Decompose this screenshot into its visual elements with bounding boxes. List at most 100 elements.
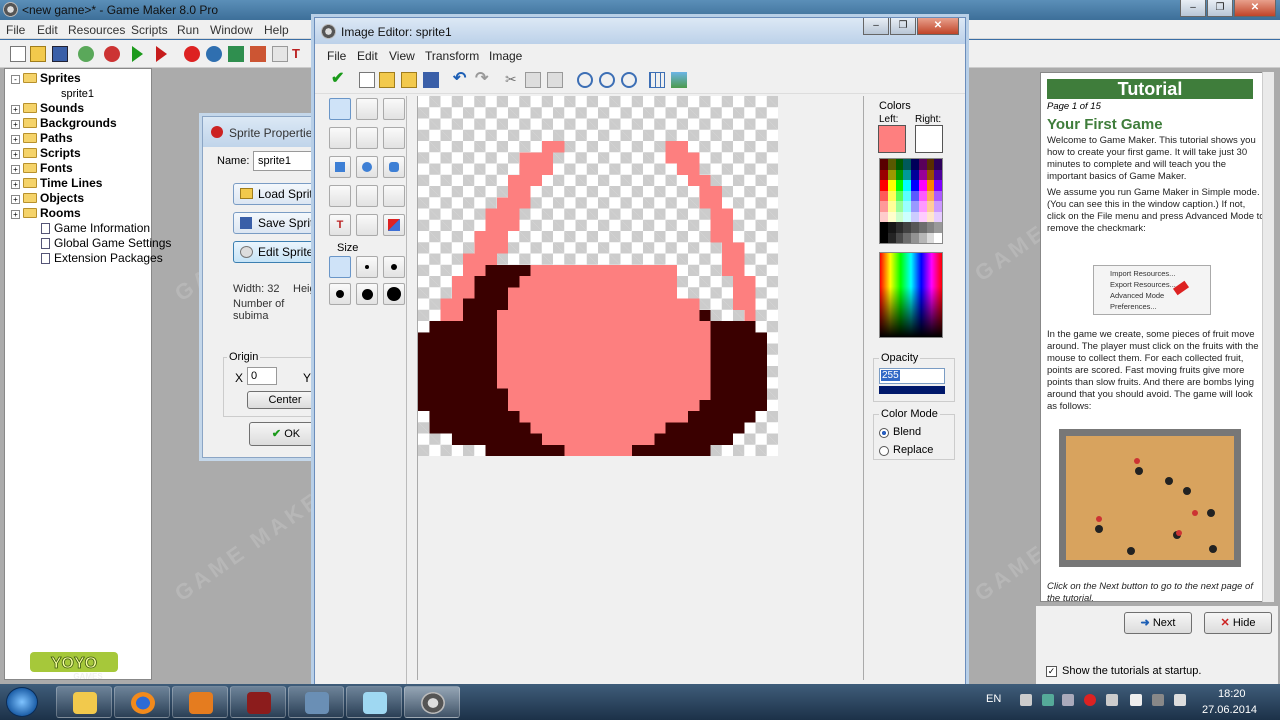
size-3-option[interactable]	[383, 256, 405, 278]
tree-item-game-information[interactable]: Game Information	[41, 221, 150, 236]
tree-item-backgrounds[interactable]: + Backgrounds	[11, 116, 117, 131]
copy-icon[interactable]	[525, 72, 541, 88]
save-image-icon[interactable]	[423, 72, 439, 88]
palette-color-cell[interactable]	[903, 232, 911, 243]
expand-toggle-icon[interactable]: +	[11, 105, 20, 114]
image-icon[interactable]	[671, 72, 687, 88]
ellipse-tool-icon[interactable]	[356, 156, 378, 178]
change-color-tool-icon[interactable]	[383, 214, 405, 236]
palette-color-cell[interactable]	[934, 211, 942, 222]
ie-menu-file[interactable]: File	[327, 49, 346, 63]
palette-color-cell[interactable]	[911, 180, 919, 191]
palette-color-cell[interactable]	[895, 169, 904, 180]
open-image-icon[interactable]	[379, 72, 395, 88]
load-sprite-button[interactable]: Load Sprite	[233, 183, 323, 205]
center-button[interactable]: Center	[247, 391, 323, 409]
palette-color-cell[interactable]	[895, 190, 904, 201]
undo-icon[interactable]: ↶	[453, 71, 469, 88]
sprite-name-input[interactable]: sprite1	[253, 151, 323, 171]
opacity-input[interactable]: 255	[879, 368, 945, 384]
color-spectrum-picker[interactable]	[879, 252, 943, 338]
language-indicator[interactable]: EN	[986, 693, 1001, 705]
palette-color-cell[interactable]	[934, 180, 942, 191]
tree-item-global-game-settings[interactable]: Global Game Settings	[41, 236, 171, 251]
palette-color-cell[interactable]	[887, 222, 896, 233]
taskbar-firefox[interactable]	[114, 686, 170, 718]
polygon-tool-icon[interactable]	[383, 127, 405, 149]
tutorial-scrollbar[interactable]	[1262, 72, 1274, 602]
minimize-button[interactable]: –	[1180, 0, 1206, 17]
palette-color-cell[interactable]	[911, 232, 919, 243]
palette-color-cell[interactable]	[903, 159, 911, 170]
tray-opera-icon[interactable]	[1084, 694, 1096, 706]
right-color-swatch[interactable]	[915, 125, 943, 153]
hide-button[interactable]: ✕ Hide	[1204, 612, 1272, 634]
rounded-rect-tool-icon[interactable]	[383, 156, 405, 178]
sprite-canvas[interactable]	[418, 96, 778, 456]
magic-wand-tool-icon[interactable]	[356, 185, 378, 207]
palette-color-cell[interactable]	[934, 190, 942, 201]
tray-network-icon[interactable]	[1042, 694, 1054, 706]
add-script-icon[interactable]	[272, 46, 288, 62]
rectangle-tool-icon[interactable]	[329, 156, 351, 178]
text-tool-icon[interactable]: T	[329, 214, 351, 236]
close-button[interactable]: ✕	[1234, 0, 1276, 17]
palette-color-cell[interactable]	[895, 180, 904, 191]
ie-menu-image[interactable]: Image	[489, 49, 522, 63]
opacity-bar[interactable]	[879, 386, 945, 394]
show-tutorials-checkbox[interactable]: ✓	[1046, 666, 1057, 677]
ie-close-button[interactable]: ✕	[917, 18, 959, 35]
palette-color-cell[interactable]	[887, 190, 896, 201]
menu-run[interactable]: Run	[177, 23, 199, 37]
ie-menu-edit[interactable]: Edit	[357, 49, 378, 63]
menu-file[interactable]: File	[6, 23, 25, 37]
color-picker-tool-icon[interactable]	[329, 127, 351, 149]
expand-toggle-icon[interactable]: -	[11, 75, 20, 84]
palette-color-cell[interactable]	[887, 180, 896, 191]
add-background-icon[interactable]	[228, 46, 244, 62]
palette-color-cell[interactable]	[918, 211, 927, 222]
palette-color-cell[interactable]	[903, 190, 911, 201]
zoom-in-icon[interactable]	[577, 72, 593, 88]
size-6-option[interactable]	[383, 283, 405, 305]
size-5-option[interactable]	[356, 283, 378, 305]
palette-color-cell[interactable]	[934, 159, 942, 170]
tray-printer-icon[interactable]	[1062, 694, 1074, 706]
zoom-out-icon[interactable]	[599, 72, 615, 88]
tray-flag-icon[interactable]	[1130, 694, 1142, 706]
ie-minimize-button[interactable]: –	[863, 18, 889, 35]
new-image-icon[interactable]	[359, 72, 375, 88]
palette-color-cell[interactable]	[895, 232, 904, 243]
paste-icon[interactable]	[547, 72, 563, 88]
ie-menu-view[interactable]: View	[389, 49, 415, 63]
line-tool-icon[interactable]	[356, 127, 378, 149]
palette-color-cell[interactable]	[911, 169, 919, 180]
palette-color-cell[interactable]	[918, 222, 927, 233]
zoom-reset-icon[interactable]	[621, 72, 637, 88]
left-color-swatch[interactable]	[878, 125, 906, 153]
redo-icon[interactable]: ↷	[475, 71, 491, 88]
palette-color-cell[interactable]	[934, 232, 942, 243]
cut-icon[interactable]: ✂	[505, 72, 521, 88]
tray-signal-icon[interactable]	[1152, 694, 1164, 706]
palette-color-cell[interactable]	[895, 211, 904, 222]
menu-edit[interactable]: Edit	[37, 23, 58, 37]
tree-item-scripts[interactable]: + Scripts	[11, 146, 81, 161]
palette-color-cell[interactable]	[911, 201, 919, 212]
tray-app-icon[interactable]	[1106, 694, 1118, 706]
taskbar-media-player[interactable]	[172, 686, 228, 718]
expand-toggle-icon[interactable]: +	[11, 180, 20, 189]
origin-x-input[interactable]: 0	[247, 367, 277, 385]
palette-color-cell[interactable]	[880, 159, 888, 170]
palette-color-cell[interactable]	[926, 169, 935, 180]
restore-button[interactable]: ❐	[1207, 0, 1233, 17]
tree-item-sprite1[interactable]: sprite1	[61, 86, 94, 101]
tree-item-sprites[interactable]: - Sprites	[11, 71, 81, 86]
palette-color-cell[interactable]	[934, 222, 942, 233]
ie-menu-transform[interactable]: Transform	[425, 49, 479, 63]
menu-scripts[interactable]: Scripts	[131, 23, 168, 37]
palette-color-cell[interactable]	[903, 222, 911, 233]
expand-toggle-icon[interactable]: +	[11, 150, 20, 159]
palette-color-cell[interactable]	[911, 222, 919, 233]
tree-item-rooms[interactable]: + Rooms	[11, 206, 81, 221]
